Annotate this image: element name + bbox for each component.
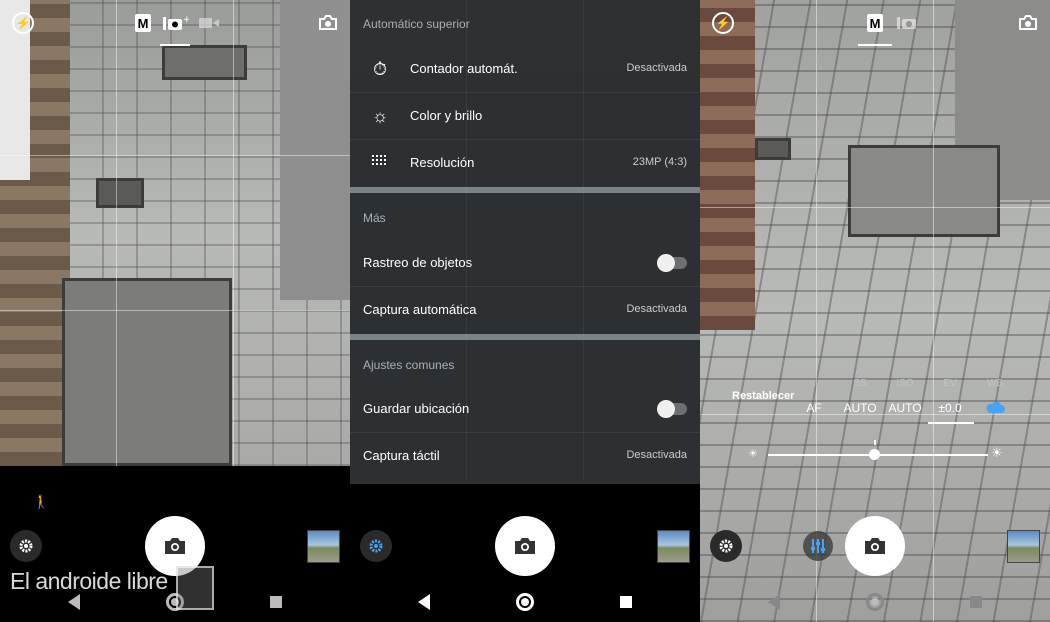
watermark-logo [176, 566, 214, 610]
setting-save-location[interactable]: Guardar ubicación [350, 386, 700, 433]
gear-icon [719, 539, 733, 553]
setting-label: Guardar ubicación [363, 401, 470, 416]
manual-mode-button[interactable]: M [867, 12, 883, 34]
iso-value: AUTO [888, 401, 922, 415]
switch-camera-icon[interactable] [1016, 12, 1040, 34]
save-location-toggle[interactable] [657, 400, 687, 418]
manhole-cover [62, 278, 232, 466]
setting-touch-capture[interactable]: Captura táctil Desactivada [350, 433, 700, 480]
flash-off-icon[interactable]: ⚡ [12, 12, 34, 34]
section-header: Más [363, 211, 386, 225]
iso-label: ISO [896, 378, 914, 389]
setting-auto-capture[interactable]: Captura automática Desactivada [350, 287, 700, 334]
walking-person-icon: 🚶 [33, 494, 50, 509]
ev-selected-indicator [928, 422, 974, 424]
camera-viewfinder-manual: ⚡ M Restablecer ◌ AF SS AUTO ISO AUTO EV… [700, 0, 1050, 622]
recents-icon[interactable] [270, 596, 282, 608]
camera-viewfinder-auto: ⚡ M + 🚶 El androide libre [0, 0, 350, 622]
manual-mode-button[interactable]: M [135, 12, 151, 34]
setting-self-timer[interactable]: ⏱ Contador automát. Desactivada [350, 46, 700, 93]
home-icon[interactable] [516, 593, 534, 611]
bright-sun-icon: ☀ [991, 445, 1003, 460]
sliders-icon [811, 539, 825, 553]
ev-value: ±0.0 [938, 401, 962, 415]
settings-gear-button[interactable] [10, 530, 42, 562]
camera-icon [515, 538, 535, 554]
manual-controls-row: Restablecer ◌ AF SS AUTO ISO AUTO EV ±0.… [700, 376, 1050, 426]
watermark-text: El androide libre [10, 568, 168, 594]
recents-icon[interactable] [620, 596, 632, 608]
focus-icon: ◌ [811, 378, 817, 389]
flash-off-icon[interactable]: ⚡ [712, 12, 734, 34]
dim-sun-icon: ☀ [748, 448, 758, 460]
system-nav-bar [700, 582, 1050, 622]
setting-label: Captura automática [363, 302, 477, 317]
ev-slider-knob[interactable] [869, 449, 880, 460]
setting-value: Desactivada [626, 62, 687, 74]
gallery-thumbnail[interactable] [307, 530, 340, 563]
section-header: Ajustes comunes [363, 358, 455, 372]
back-icon[interactable] [68, 594, 80, 610]
settings-list: Automático superior ⏱ Contador automát. … [350, 0, 700, 480]
gallery-thumbnail[interactable] [657, 530, 690, 563]
superior-auto-icon[interactable]: + [162, 12, 190, 34]
setting-label: Resolución [410, 155, 475, 170]
drain-grate [755, 138, 791, 160]
setting-label: Rastreo de objetos [363, 255, 473, 270]
shutter-button[interactable] [495, 516, 555, 576]
switch-camera-icon[interactable] [316, 12, 340, 34]
setting-label: Contador automát. [410, 61, 518, 76]
back-icon[interactable] [418, 594, 430, 610]
camera-icon [865, 538, 885, 554]
cloudy-icon [985, 400, 1005, 419]
ev-slider-center-tick [874, 440, 876, 445]
system-nav-bar [350, 582, 700, 622]
manual-mode-icon: M [867, 14, 883, 32]
object-tracking-toggle[interactable] [657, 254, 687, 272]
focus-value: AF [806, 401, 822, 415]
manual-adjust-button[interactable] [803, 531, 833, 561]
camera-icon [165, 538, 185, 554]
setting-resolution[interactable]: Resolución 23MP (4:3) [350, 140, 700, 187]
setting-value: Desactivada [626, 303, 687, 315]
back-icon[interactable] [768, 594, 780, 610]
section-header: Automático superior [363, 17, 470, 31]
manual-mode-icon: M [135, 14, 151, 32]
gear-icon [19, 539, 33, 553]
resolution-grid-icon [370, 153, 390, 173]
video-icon[interactable] [198, 12, 220, 34]
setting-label: Color y brillo [410, 108, 483, 123]
settings-gear-button[interactable] [360, 530, 392, 562]
settings-gear-button[interactable] [710, 530, 742, 562]
brightness-icon: ☼ [371, 106, 389, 126]
manhole-cover [162, 45, 247, 80]
superior-auto-icon[interactable] [895, 12, 921, 34]
svg-text:+: + [183, 15, 189, 25]
manhole-cover [848, 145, 1000, 237]
recents-icon[interactable] [970, 596, 982, 608]
reset-button[interactable]: Restablecer [732, 390, 794, 402]
gallery-thumbnail[interactable] [1007, 530, 1040, 563]
setting-color-brightness[interactable]: ☼ Color y brillo [350, 93, 700, 140]
ss-label: SS [853, 378, 867, 389]
setting-value: 23MP (4:3) [632, 156, 687, 168]
camera-settings-menu: Automático superior ⏱ Contador automát. … [350, 0, 700, 622]
drain-grate [96, 178, 144, 208]
wb-label: WB [986, 378, 1004, 389]
ev-label: EV [943, 378, 957, 389]
gear-icon [369, 539, 383, 553]
home-icon[interactable] [866, 593, 884, 611]
shutter-button[interactable] [845, 516, 905, 576]
setting-object-tracking[interactable]: Rastreo de objetos [350, 240, 700, 287]
setting-value: Desactivada [626, 449, 687, 461]
timer-icon: ⏱ [372, 59, 388, 79]
viewfinder-image [0, 0, 350, 466]
setting-label: Captura táctil [363, 448, 440, 463]
ss-value: AUTO [843, 401, 877, 415]
